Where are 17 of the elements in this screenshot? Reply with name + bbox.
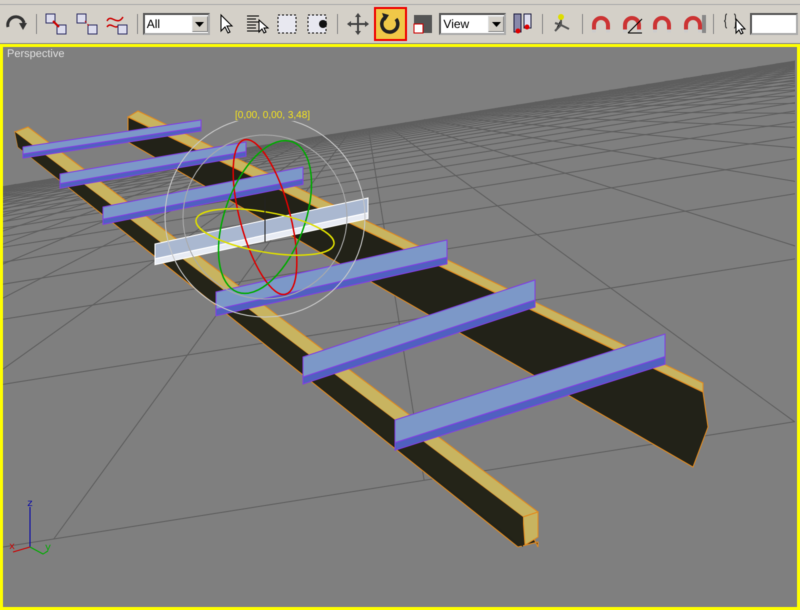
unlink-icon (74, 11, 100, 37)
dropdown[interactable]: All (142, 13, 210, 35)
plank-drawing[interactable] (216, 239, 448, 316)
plank-drawing[interactable] (302, 279, 536, 385)
plank-drawing[interactable] (154, 197, 368, 266)
plank-drawing[interactable] (22, 119, 202, 159)
dropdown[interactable]: View (439, 13, 506, 35)
rotate-button[interactable] (374, 7, 407, 41)
caret-icon (192, 16, 208, 32)
link-icon (43, 11, 69, 37)
plank-drawing[interactable] (394, 333, 666, 451)
coordinate-readout: [0,00, 0,00, 3,48] (235, 110, 310, 121)
caret-icon (488, 16, 504, 32)
move-icon (344, 11, 371, 37)
input-field[interactable] (750, 13, 798, 35)
plank-drawing[interactable] (102, 166, 304, 225)
plank-drawing[interactable] (60, 141, 246, 189)
